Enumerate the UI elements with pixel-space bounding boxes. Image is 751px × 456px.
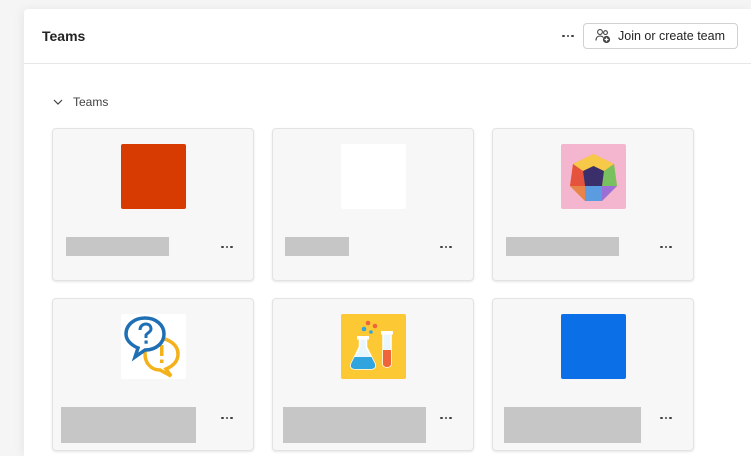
- page-title: Teams: [42, 28, 86, 44]
- team-more-button[interactable]: [434, 408, 458, 428]
- team-card[interactable]: [492, 298, 694, 451]
- team-avatar-dodecahedron: [561, 144, 626, 209]
- join-button-label: Join or create team: [618, 29, 725, 43]
- chevron-down-icon: [53, 99, 63, 105]
- more-horizontal-icon: [660, 416, 672, 420]
- team-more-button[interactable]: [654, 237, 678, 257]
- more-horizontal-icon: [221, 245, 233, 249]
- team-card[interactable]: [272, 128, 474, 281]
- team-more-button[interactable]: [654, 408, 678, 428]
- team-name-redacted: [283, 407, 426, 443]
- more-horizontal-icon: [440, 245, 452, 249]
- teams-panel: Teams Join or create team Teams: [24, 9, 751, 456]
- team-card[interactable]: [272, 298, 474, 451]
- team-name-redacted: [66, 237, 169, 256]
- team-name-redacted: [285, 237, 349, 256]
- team-more-button[interactable]: [215, 237, 239, 257]
- people-add-icon: [595, 29, 611, 44]
- team-avatar-science: [341, 314, 406, 379]
- more-horizontal-icon: [562, 34, 574, 38]
- more-horizontal-icon: [440, 416, 452, 420]
- team-more-button[interactable]: [215, 408, 239, 428]
- teams-header: Teams Join or create team: [24, 9, 751, 64]
- team-card[interactable]: [52, 298, 254, 451]
- question-exclamation-speech-bubbles-icon: [124, 316, 180, 378]
- team-avatar-speech-bubbles: [121, 314, 186, 379]
- team-avatar-blue: [561, 314, 626, 379]
- section-label: Teams: [73, 95, 109, 109]
- colorful-dodecahedron-icon: [570, 154, 617, 201]
- header-more-button[interactable]: [554, 23, 582, 49]
- more-horizontal-icon: [660, 245, 672, 249]
- team-avatar-white: [341, 144, 406, 209]
- team-name-redacted: [504, 407, 641, 443]
- team-card[interactable]: [52, 128, 254, 281]
- team-name-redacted: [506, 237, 619, 256]
- team-card[interactable]: [492, 128, 694, 281]
- join-or-create-team-button[interactable]: Join or create team: [583, 23, 738, 49]
- science-flask-test-tube-icon: [350, 320, 393, 370]
- more-horizontal-icon: [221, 416, 233, 420]
- team-more-button[interactable]: [434, 237, 458, 257]
- teams-section-toggle[interactable]: Teams: [52, 94, 108, 110]
- team-avatar-orange: [121, 144, 186, 209]
- team-name-redacted: [61, 407, 196, 443]
